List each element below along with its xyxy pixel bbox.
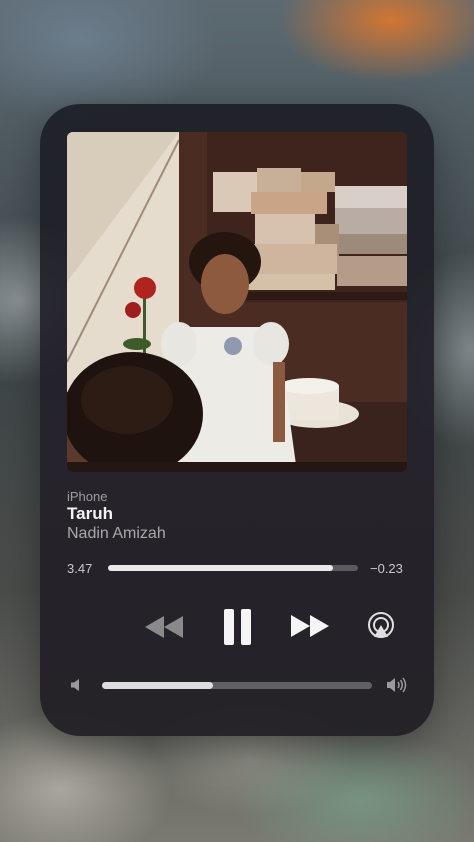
airplay-audio-icon bbox=[368, 612, 394, 638]
remaining-time: −0.23 bbox=[370, 561, 403, 576]
track-title: Taruh bbox=[67, 504, 113, 523]
airplay-button[interactable] bbox=[366, 611, 396, 641]
volume-level-fill bbox=[102, 682, 213, 689]
album-artwork bbox=[67, 132, 407, 472]
speaker-high-icon bbox=[386, 676, 408, 694]
rewind-button[interactable] bbox=[144, 616, 184, 638]
pause-button[interactable] bbox=[224, 609, 252, 645]
fast-forward-icon bbox=[291, 615, 329, 637]
playback-progress-fill bbox=[108, 565, 333, 571]
output-device-label: iPhone bbox=[67, 489, 108, 504]
pause-icon bbox=[224, 609, 251, 645]
elapsed-time: 3.47 bbox=[67, 561, 93, 576]
speaker-low-icon bbox=[70, 678, 84, 692]
volume-slider[interactable] bbox=[102, 682, 372, 689]
track-artist: Nadin Amizah bbox=[67, 525, 166, 542]
fast-forward-button[interactable] bbox=[290, 615, 330, 637]
rewind-icon bbox=[145, 616, 183, 638]
playback-scrubber[interactable] bbox=[108, 565, 358, 571]
